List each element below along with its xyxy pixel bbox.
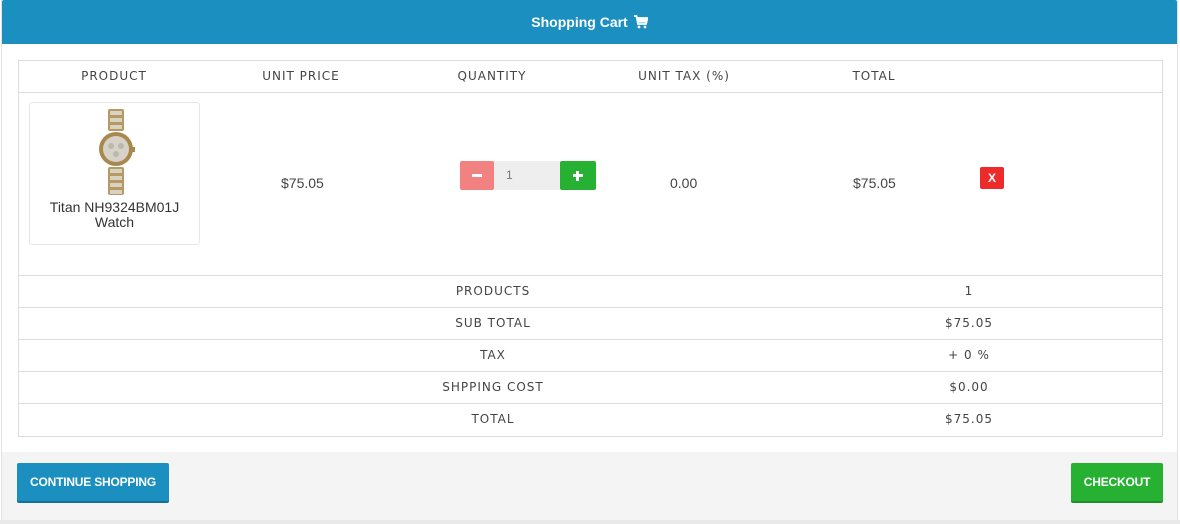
cart-title: Shopping Cart: [531, 14, 628, 30]
summary-label: TOTAL: [471, 412, 515, 426]
summary-value: $0.00: [949, 380, 989, 394]
remove-item-button[interactable]: X: [980, 167, 1004, 189]
column-header-quantity: QUANTITY: [457, 69, 527, 83]
quantity-stepper: 1: [460, 161, 596, 190]
summary-label: SUB TOTAL: [455, 316, 531, 330]
summary-value: $75.05: [945, 316, 993, 330]
cart-footer: CONTINUE SHOPPING CHECKOUT: [2, 452, 1177, 520]
summary-row-shipping: SHPPING COST $0.00: [19, 371, 1162, 404]
cart-table: PRODUCT UNIT PRICE QUANTITY UNIT TAX (%)…: [18, 60, 1163, 437]
column-header-unit-tax: UNIT TAX (%): [638, 69, 730, 83]
header-divider: [19, 92, 1162, 93]
product-image: [96, 109, 136, 200]
product-name[interactable]: Titan NH9324BM01J Watch: [30, 200, 199, 230]
item-total: $75.05: [853, 175, 896, 191]
summary-label: SHPPING COST: [442, 380, 544, 394]
checkout-button[interactable]: CHECKOUT: [1071, 463, 1163, 501]
summary-row-subtotal: SUB TOTAL $75.05: [19, 307, 1162, 340]
summary-row-products: PRODUCTS 1: [19, 275, 1162, 308]
decrease-quantity-button[interactable]: [460, 161, 494, 190]
column-header-product: PRODUCT: [81, 69, 147, 83]
summary-label: PRODUCTS: [455, 284, 531, 298]
summary-row-tax: TAX + 0 %: [19, 339, 1162, 372]
column-header-unit-price: UNIT PRICE: [262, 69, 340, 83]
panel-bottom-shadow: [0, 520, 1180, 524]
cart-header: Shopping Cart: [2, 0, 1177, 44]
summary-value: 1: [964, 284, 974, 298]
product-card[interactable]: Titan NH9324BM01J Watch: [29, 102, 200, 245]
continue-shopping-button[interactable]: CONTINUE SHOPPING: [17, 463, 169, 501]
summary-label: TAX: [480, 348, 506, 362]
summary-row-total: TOTAL $75.05: [19, 403, 1162, 436]
quantity-input[interactable]: 1: [494, 161, 560, 190]
summary-value: $75.05: [945, 412, 993, 426]
shopping-cart-icon: [633, 15, 649, 29]
unit-price: $75.05: [281, 175, 324, 191]
increase-quantity-button[interactable]: [560, 161, 596, 190]
shopping-cart-panel: Shopping Cart PRODUCT UNIT PRICE QUANTIT…: [1, 0, 1178, 520]
summary-value: + 0 %: [948, 348, 990, 362]
unit-tax: 0.00: [670, 175, 698, 191]
column-header-total: TOTAL: [852, 69, 896, 83]
